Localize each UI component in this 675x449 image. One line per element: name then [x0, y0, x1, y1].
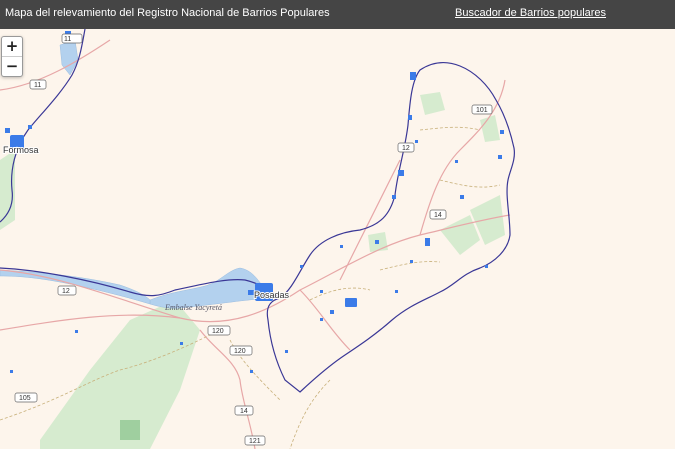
road-label: 101 [476, 107, 488, 114]
road-label: 105 [19, 395, 31, 402]
header-bar: Mapa del relevamiento del Registro Nacio… [0, 0, 675, 29]
city-label-posadas: Posadas [254, 290, 290, 300]
road-label: 14 [240, 408, 248, 415]
zoom-in-button[interactable]: + [2, 37, 22, 56]
road-label: 120 [212, 328, 224, 335]
barrios-search-link[interactable]: Buscador de Barrios populares [455, 7, 606, 19]
road-label: 12 [62, 288, 70, 295]
road-label: 12 [402, 145, 410, 152]
map-view[interactable]: 11 11 101 12 14 12 120 120 14 121 105 Fo… [0, 29, 675, 449]
road-label: 11 [64, 36, 71, 43]
city-label-formosa: Formosa [3, 145, 39, 155]
road-label: 120 [234, 348, 246, 355]
map-canvas[interactable]: 11 11 101 12 14 12 120 120 14 121 105 Fo… [0, 29, 675, 449]
zoom-out-button[interactable]: − [2, 56, 22, 76]
page-title: Mapa del relevamiento del Registro Nacio… [5, 7, 330, 19]
road-label: 121 [249, 438, 261, 445]
road-label: 14 [434, 212, 442, 219]
road-label: 11 [34, 82, 41, 89]
water-label: Embalse Yacyretá [164, 303, 222, 312]
zoom-control: + − [1, 36, 23, 77]
